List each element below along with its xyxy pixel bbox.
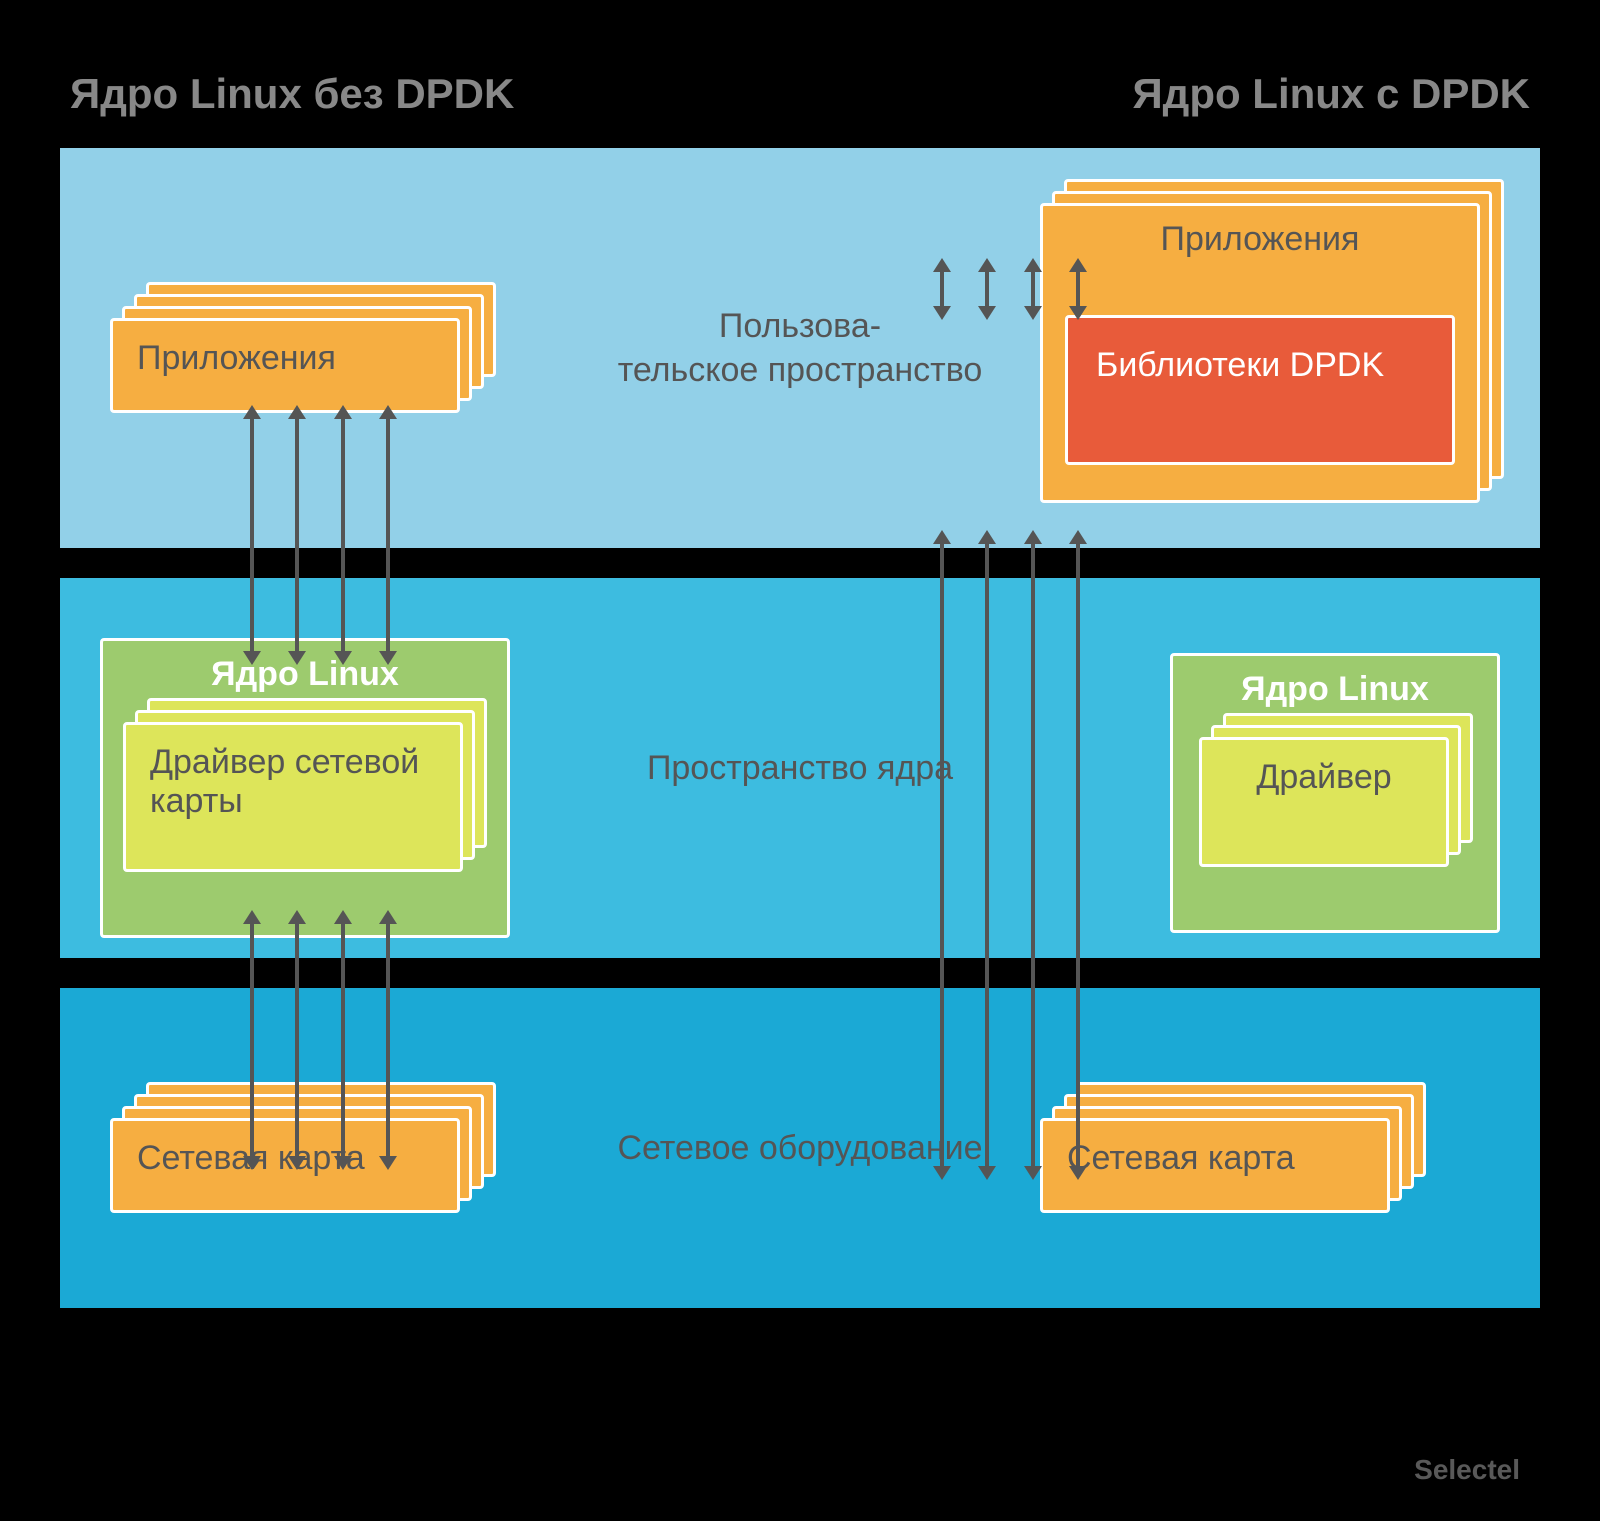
app-card-front: Приложения	[110, 318, 460, 413]
driver-label-right: Драйвер	[1202, 740, 1446, 815]
apps-stack-right: Приложения Библиотеки DPDK	[1040, 203, 1510, 523]
arrow-bidirectional-icon	[386, 415, 390, 655]
watermark: Selectel	[1414, 1454, 1520, 1486]
nic-stack-right: Сетевая карта	[1040, 1118, 1410, 1218]
apps-right-label: Приложения	[1043, 206, 1477, 265]
kernel-box-left: Ядро Linux Драйвер сетевой карты	[100, 638, 510, 938]
dpdk-libraries-box: Библиотеки DPDK	[1065, 315, 1455, 465]
arrow-bidirectional-icon	[341, 415, 345, 655]
arrow-bidirectional-icon	[250, 920, 254, 1160]
app-card-front: Приложения Библиотеки DPDK	[1040, 203, 1480, 503]
apps-stack-left: Приложения	[110, 318, 480, 418]
kernel-box-right: Ядро Linux Драйвер	[1170, 653, 1500, 933]
title-right: Ядро Linux с DPDK	[1132, 70, 1530, 118]
arrow-bidirectional-icon	[1031, 540, 1035, 1170]
kernel-title-right: Ядро Linux	[1173, 656, 1497, 719]
driver-card-front: Драйвер сетевой карты	[123, 722, 463, 872]
arrow-bidirectional-icon	[250, 415, 254, 655]
layer-user-label: Пользова- тельское пространство	[560, 304, 1040, 392]
title-left: Ядро Linux без DPDK	[70, 70, 514, 118]
driver-label-left: Драйвер сетевой карты	[126, 725, 460, 839]
nic-card-front: Сетевая карта	[1040, 1118, 1390, 1213]
driver-card-front: Драйвер	[1199, 737, 1449, 867]
arrow-bidirectional-icon	[1031, 268, 1035, 310]
arrow-bidirectional-icon	[940, 268, 944, 310]
arrow-bidirectional-icon	[386, 920, 390, 1160]
arrow-bidirectional-icon	[1076, 268, 1080, 310]
arrows-right-dpdk-hw	[940, 540, 1080, 1170]
arrow-bidirectional-icon	[985, 268, 989, 310]
arrow-bidirectional-icon	[985, 540, 989, 1170]
arrow-bidirectional-icon	[1076, 540, 1080, 1170]
arrow-bidirectional-icon	[295, 920, 299, 1160]
arrow-bidirectional-icon	[295, 415, 299, 655]
nic-label-right: Сетевая карта	[1043, 1121, 1387, 1196]
apps-left-label: Приложения	[113, 321, 457, 396]
dpdk-label: Библиотеки DPDK	[1068, 318, 1452, 413]
arrows-left-user-kernel	[250, 415, 390, 655]
arrows-left-kernel-hw	[250, 920, 390, 1160]
arrow-bidirectional-icon	[341, 920, 345, 1160]
arrow-bidirectional-icon	[940, 540, 944, 1170]
arrows-right-app-dpdk	[940, 268, 1080, 310]
